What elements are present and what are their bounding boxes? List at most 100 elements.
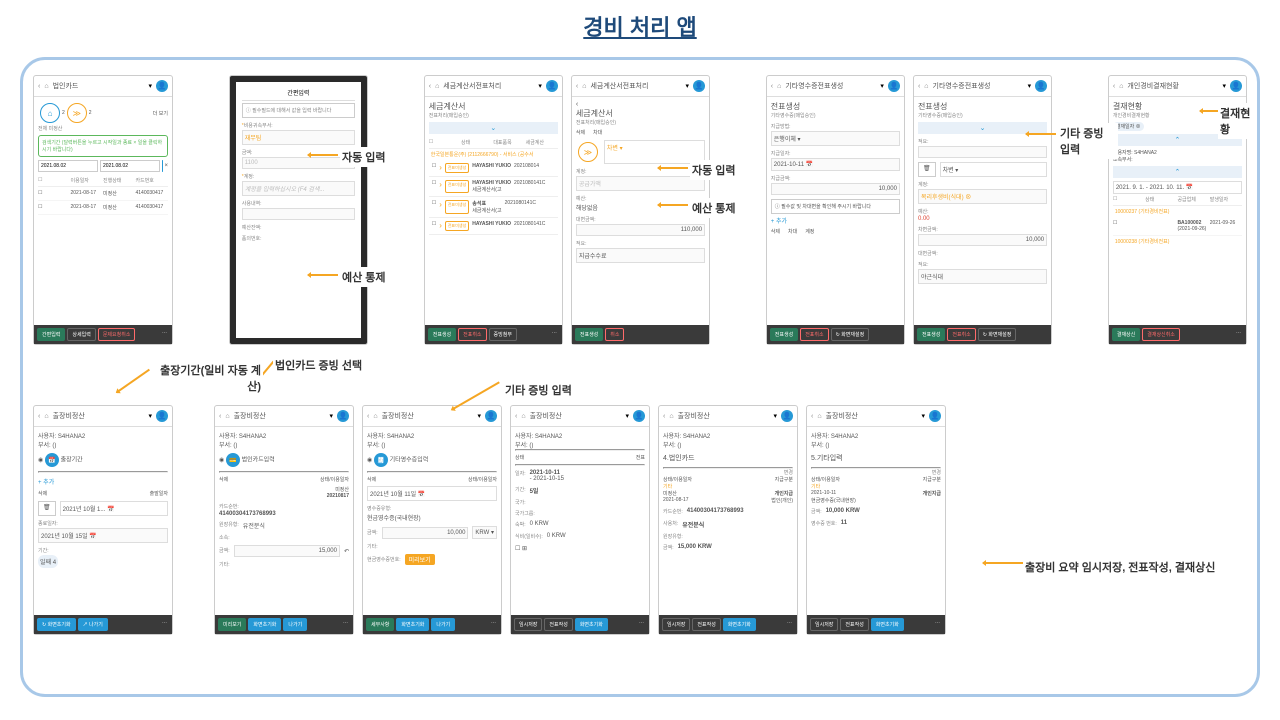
reset-button[interactable]: 화면초기화 [396, 618, 429, 631]
list-item[interactable]: ☐›전표미생성송석표세금계산서(고2021080141C [429, 197, 558, 218]
change-link[interactable]: 변경 [663, 469, 793, 476]
amount-input[interactable]: 10,000 [382, 527, 469, 539]
list-item[interactable]: ☐›전표미생성HAYASHI YUKIO세금계산서(고2021080141C [429, 177, 558, 197]
back-icon[interactable]: ‹ [576, 83, 578, 90]
note-input[interactable]: 지급수수료 [576, 248, 705, 263]
radio-icon[interactable]: ◉ [38, 458, 43, 464]
debit-amount[interactable]: 10,000 [918, 234, 1047, 246]
currency-select[interactable]: KRW ▾ [472, 526, 497, 539]
preview-button[interactable]: 미리보기 [405, 554, 435, 565]
detail-input-button[interactable]: 상세입력 [67, 328, 95, 341]
list-item[interactable]: ☐›전표미생성HAYASHI YUKIO2021080141C [429, 218, 558, 235]
collapse-icon[interactable]: ⌃ [1113, 166, 1242, 178]
date-from[interactable] [38, 160, 98, 172]
home-icon[interactable]: ⌂ [924, 83, 928, 90]
pay-date[interactable]: 2021-10-11 📅 [771, 158, 900, 171]
delete-icon[interactable]: 🗑 [38, 501, 56, 516]
user-icon[interactable]: 👤 [1230, 80, 1242, 92]
delete-icon[interactable]: 🗑 [918, 162, 936, 177]
create-button[interactable]: 전표생성 [428, 328, 456, 341]
user-icon[interactable]: 👤 [156, 80, 168, 92]
add-button[interactable]: + 추가 [771, 216, 900, 225]
pay-amount[interactable]: 10,000 [771, 183, 900, 195]
approve-button[interactable]: 결재상신 [1112, 328, 1140, 341]
back-icon[interactable]: ‹ [1113, 83, 1115, 90]
dept-input[interactable]: 재무팀 [242, 130, 355, 145]
user-icon[interactable]: 👤 [546, 80, 558, 92]
reset-button[interactable]: 화면초기화 [575, 618, 608, 631]
back-icon[interactable]: ‹ [918, 83, 920, 90]
table-row[interactable]: ☐2021-08-17미정산4140030417 [38, 187, 168, 201]
exit-button[interactable]: ↗ 나가기 [78, 618, 108, 631]
list-item[interactable]: ☐›전표미생성HAYASHI YUKIO202108014 [429, 160, 558, 177]
reset-button[interactable]: ↻ 화면재설정 [978, 328, 1017, 341]
back-icon[interactable]: ‹ [38, 83, 40, 90]
home-icon[interactable]: ⌂ [582, 83, 586, 90]
amount-input[interactable]: 1100 [242, 157, 355, 169]
home-icon[interactable]: ⌂ [44, 83, 48, 90]
back-icon[interactable]: ‹ [429, 83, 431, 90]
tab-all[interactable]: ⌂ [40, 103, 60, 123]
simple-input-button[interactable]: 간편입력 [37, 328, 65, 341]
date-range[interactable]: 2021. 9. 1. - 2021. 10. 11. 📅 [1113, 181, 1242, 194]
account-input[interactable]: 복리후생비(식대) ⊗ [918, 189, 1047, 204]
collapse-icon[interactable]: ⌄ [429, 122, 558, 134]
preview-button[interactable]: 미리보기 [218, 618, 246, 631]
change-link[interactable]: 변경 [811, 469, 941, 476]
start-date[interactable]: 2021년 10월 1... 📅 [60, 501, 168, 516]
save-button[interactable]: 임시저장 [662, 618, 690, 631]
home-icon[interactable]: ⌂ [1119, 83, 1123, 90]
home-icon[interactable]: ⌂ [777, 83, 781, 90]
tab-pending[interactable]: ≫ [67, 103, 87, 123]
cancel-button[interactable]: 전표취소 [947, 328, 975, 341]
back-icon[interactable]: ‹ [771, 83, 773, 90]
reset-button[interactable]: ↻ 화면재설정 [831, 328, 870, 341]
create-button[interactable]: 전표생성 [917, 328, 945, 341]
exit-button[interactable]: 나가기 [283, 618, 307, 631]
radio-icon[interactable]: ◉ [219, 458, 224, 464]
cancel-button[interactable]: 전표취소 [458, 328, 486, 341]
usage-input[interactable] [242, 208, 355, 220]
amount-input[interactable]: 15,000 [234, 545, 340, 557]
user-icon[interactable]: 👤 [693, 80, 705, 92]
reset-button[interactable]: ↻ 화면초기화 [37, 618, 76, 631]
cancel-button[interactable]: 취소 [605, 328, 624, 341]
debit-select[interactable]: 차변 ▾ [940, 162, 1048, 177]
reset-button[interactable]: 화면초기화 [723, 618, 756, 631]
create-button[interactable]: 전표생성 [575, 328, 603, 341]
table-row[interactable]: ☐BA100002(2021-09-26)2021-09-26 [1113, 217, 1242, 236]
create-button[interactable]: 전표작성 [840, 618, 868, 631]
home-icon[interactable]: ⌂ [435, 83, 439, 90]
account-input[interactable]: 공급가액 [576, 176, 705, 191]
note-input[interactable]: 야근식대 [918, 269, 1047, 284]
cancel-button[interactable]: 전표취소 [800, 328, 828, 341]
attach-button[interactable]: 증빙첨부 [489, 328, 517, 341]
reset-button[interactable]: 화면초기화 [248, 618, 281, 631]
save-button[interactable]: 임시저장 [810, 618, 838, 631]
close-icon[interactable]: × [164, 163, 168, 169]
dropdown-icon[interactable]: ▾ [148, 82, 152, 90]
user-icon[interactable]: 👤 [1035, 80, 1047, 92]
action-icon[interactable]: ≫ [578, 142, 598, 162]
date-input[interactable]: 2021년 10월 11일 📅 [367, 486, 497, 501]
create-button[interactable]: 전표생성 [770, 328, 798, 341]
approve-cancel-button[interactable]: 결재상신취소 [1142, 328, 1180, 341]
create-button[interactable]: 전표작성 [544, 618, 572, 631]
exit-button[interactable]: 나가기 [431, 618, 455, 631]
more-link[interactable]: 더 보기 [153, 110, 168, 117]
detail-button[interactable]: 세부사항 [366, 618, 394, 631]
reset-button[interactable]: 화면초기화 [871, 618, 904, 631]
account-input[interactable]: 계정을 입력하십시오 (F4 검색... [242, 181, 355, 196]
date-to[interactable] [100, 160, 160, 172]
pay-method[interactable]: 은행이체 ▾ [771, 131, 900, 146]
create-button[interactable]: 전표작성 [692, 618, 720, 631]
radio-icon[interactable]: ◉ [367, 458, 372, 464]
back-icon[interactable]: ‹ [576, 101, 705, 108]
add-button[interactable]: + 추가 [38, 477, 168, 486]
undo-icon[interactable]: ↶ [344, 548, 349, 555]
credit-amount[interactable]: 110,000 [576, 224, 705, 236]
user-icon[interactable]: 👤 [888, 80, 900, 92]
table-row[interactable]: ☐2021-08-17미정산4140030417 [38, 201, 168, 215]
end-date[interactable]: 2021년 10월 15일 📅 [38, 528, 168, 543]
save-button[interactable]: 임시저장 [514, 618, 542, 631]
